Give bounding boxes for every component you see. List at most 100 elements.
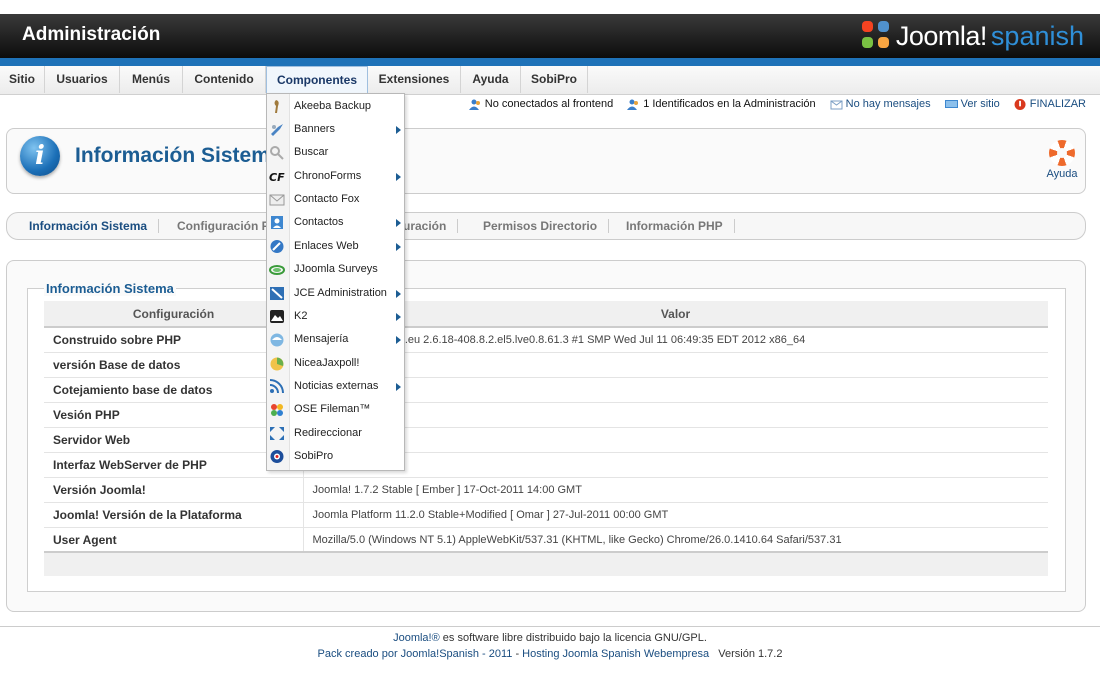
row-key: Versión Joomla!: [44, 477, 304, 503]
status-messages[interactable]: No hay mensajes: [830, 98, 931, 110]
row-key: User Agent: [44, 527, 304, 553]
submenu-arrow-icon: [396, 313, 401, 321]
row-value: [303, 427, 1048, 453]
submenu-arrow-icon: [396, 336, 401, 344]
menu-menus[interactable]: Menús: [120, 66, 183, 93]
row-value: [303, 452, 1048, 478]
dropdown-item-niceajaxpoll[interactable]: NiceaJaxpoll!: [267, 352, 404, 375]
footer-license-line: Joomla!® es software libre distribuido b…: [0, 632, 1100, 644]
dropdown-item-buscar[interactable]: Buscar: [267, 141, 404, 164]
dropdown-item-banners[interactable]: Banners: [267, 118, 404, 141]
header-accent-bar: [0, 58, 1100, 66]
row-key: Cotejamiento base de datos: [44, 377, 304, 403]
tab-label: Información Sistema: [29, 219, 148, 233]
dropdown-item-mensajeria[interactable]: Mensajería: [267, 328, 404, 351]
dropdown-item-k2[interactable]: K2: [267, 305, 404, 328]
componentes-dropdown: Akeeba Backup Banners Buscar CF ChronoFo…: [266, 93, 405, 471]
help-button[interactable]: Ayuda: [1044, 140, 1080, 180]
submenu-arrow-icon: [396, 243, 401, 251]
dropdown-item-akeeba-backup[interactable]: Akeeba Backup: [267, 95, 404, 118]
tab-permisos-directorio[interactable]: Permisos Directorio: [483, 213, 610, 239]
joomla-spanish-logo[interactable]: Joomla! spanish: [861, 20, 1084, 52]
weblinks-icon: [270, 240, 284, 253]
search-icon: [270, 146, 284, 160]
dropdown-item-jce-administration[interactable]: JCE Administration: [267, 282, 404, 305]
subtabs-bar: Información Sistema Configuración PHP Co…: [6, 212, 1086, 240]
row-value: Linux webempresa.eu 2.6.18-408.8.2.el5.l…: [303, 327, 1048, 353]
fileman-icon: [271, 404, 283, 416]
submenu-arrow-icon: [396, 219, 401, 227]
contacts-icon: [271, 216, 283, 229]
lifebuoy-icon: [1049, 140, 1075, 166]
menu-usuarios[interactable]: Usuarios: [45, 66, 120, 93]
dropdown-item-enlaces-web[interactable]: Enlaces Web: [267, 235, 404, 258]
dropdown-item-jjoomla-surveys[interactable]: JJoomla Surveys: [267, 258, 404, 281]
dropdown-label: Akeeba Backup: [294, 100, 372, 112]
col-value-header: Valor: [303, 301, 1048, 328]
messaging-icon: [270, 333, 284, 347]
hosting-link[interactable]: Hosting Joomla Spanish Webempresa: [522, 648, 709, 660]
dropdown-label: Contacto Fox: [294, 193, 360, 205]
dropdown-label: NiceaJaxpoll!: [294, 357, 360, 369]
dropdown-item-sobipro[interactable]: SobiPro: [267, 445, 404, 468]
dropdown-label: SobiPro: [294, 450, 334, 462]
tab-separator: [457, 219, 459, 233]
table-row: Cotejamiento base de datos: [44, 377, 1048, 403]
admin-users-icon: [627, 99, 639, 110]
submenu-arrow-icon: [396, 173, 401, 181]
main-menu: Sitio Usuarios Menús Contenido Component…: [0, 66, 1100, 95]
dropdown-label: Buscar: [294, 146, 329, 158]
tab-separator: [608, 219, 610, 233]
dropdown-label: JCE Administration: [294, 287, 387, 299]
menu-sitio[interactable]: Sitio: [0, 66, 45, 93]
tab-informacion-sistema[interactable]: Información Sistema: [29, 213, 160, 239]
users-icon: [468, 99, 480, 110]
logout-link[interactable]: FINALIZAR: [1030, 98, 1086, 110]
logo-word: Joomla!: [895, 20, 988, 51]
row-key: Vesión PHP: [44, 402, 304, 428]
status-messages-link[interactable]: No hay mensajes: [846, 98, 931, 110]
table-row: Vesión PHP: [44, 402, 1048, 428]
table-row: User Agent Mozilla/5.0 (Windows NT 5.1) A…: [44, 527, 1048, 553]
dropdown-label: Enlaces Web: [294, 240, 359, 252]
power-icon: [1014, 98, 1026, 110]
status-frontend-text: No conectados al frontend: [484, 98, 614, 110]
dropdown-item-noticias-externas[interactable]: Noticias externas: [267, 375, 404, 398]
tab-informacion-php[interactable]: Información PHP: [626, 213, 735, 239]
row-value: Joomla Platform 11.2.0 Stable+Modified […: [303, 502, 1048, 528]
table-header-row: Configuración Valor: [44, 301, 1048, 328]
submenu-arrow-icon: [396, 290, 401, 298]
row-key: versión Base de datos: [44, 352, 304, 378]
menu-componentes[interactable]: Componentes: [266, 66, 368, 95]
status-bar: No conectados al frontend 1 Identificado…: [468, 96, 1086, 112]
menu-ayuda[interactable]: Ayuda: [461, 66, 521, 93]
status-view-site[interactable]: Ver sitio: [944, 98, 1000, 110]
joomlaspanish-pack-link[interactable]: Pack creado por Joomla!Spanish - 2011: [318, 648, 513, 660]
table-row: versión Base de datos: [44, 352, 1048, 378]
page-footer: Joomla!® es software libre distribuido b…: [0, 626, 1100, 677]
dropdown-label: Contactos: [294, 216, 344, 228]
dropdown-item-contactos[interactable]: Contactos: [267, 211, 404, 234]
dropdown-item-contacto-fox[interactable]: Contacto Fox: [267, 188, 404, 211]
dropdown-item-ose-fileman[interactable]: OSE Fileman™: [267, 398, 404, 421]
table-row: Interfaz WebServer de PHP: [44, 452, 1048, 478]
row-value: [303, 377, 1048, 403]
joomla-link[interactable]: Joomla!®: [393, 632, 440, 644]
dropdown-label: ChronoForms: [294, 170, 362, 182]
dropdown-item-chronoforms[interactable]: CF ChronoForms: [267, 165, 404, 188]
menu-extensiones[interactable]: Extensiones: [368, 66, 461, 93]
menu-contenido[interactable]: Contenido: [183, 66, 266, 93]
menu-sobipro[interactable]: SobiPro: [521, 66, 588, 93]
tab-label: Información PHP: [626, 219, 723, 233]
row-key: Servidor Web: [44, 427, 304, 453]
table-row: Versión Joomla! Joomla! 1.7.2 Stable [ Em…: [44, 477, 1048, 503]
table-footer: [44, 551, 1048, 576]
dropdown-item-redireccionar[interactable]: Redireccionar: [267, 422, 404, 445]
k2-icon: [270, 310, 284, 323]
status-logout[interactable]: FINALIZAR: [1014, 98, 1086, 110]
row-value: [303, 352, 1048, 378]
fieldset-legend: Información Sistema: [44, 281, 176, 296]
joomla-logo-icon: [861, 21, 892, 51]
col-config-header: Configuración: [44, 301, 303, 328]
view-site-link[interactable]: Ver sitio: [961, 98, 1000, 110]
